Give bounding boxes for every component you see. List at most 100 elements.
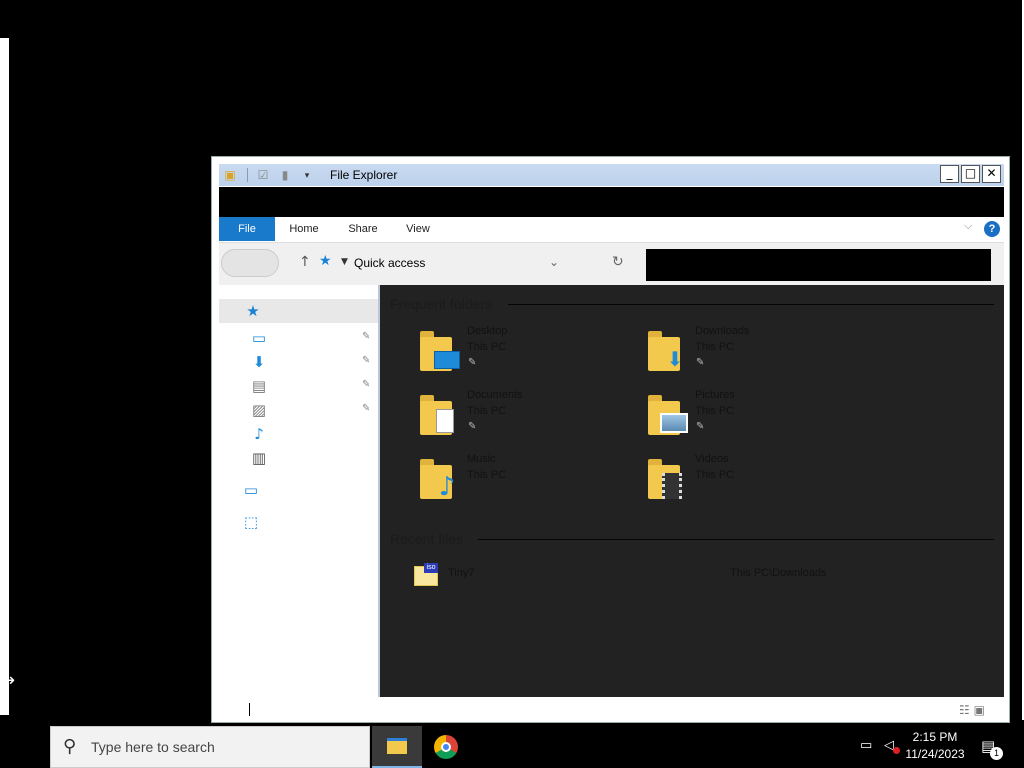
- folder-location: This PC: [695, 469, 735, 481]
- content-pane: Frequent folders Desktop This PC ✎ ⬇ Dow…: [380, 285, 1004, 697]
- nav-item-videos[interactable]: ▥: [219, 447, 378, 469]
- window-title: File Explorer: [330, 168, 398, 182]
- pin-icon: ✎: [696, 357, 705, 368]
- network-icon[interactable]: ▭: [860, 738, 872, 753]
- resize-cursor-icon: ↦: [0, 670, 16, 691]
- section-divider: [478, 539, 994, 540]
- tab-file[interactable]: File: [219, 217, 275, 241]
- folder-name: Videos: [695, 453, 729, 465]
- text-caret: [249, 703, 250, 716]
- folder-tile-music[interactable]: ♪ Music This PC: [420, 453, 620, 501]
- search-box[interactable]: [646, 249, 991, 281]
- downloads-icon: ⬇: [252, 353, 266, 371]
- tab-view[interactable]: View: [395, 217, 441, 241]
- taskbar-search[interactable]: ⚲ Type here to search: [50, 726, 370, 768]
- folder-name: Pictures: [695, 389, 735, 401]
- status-bar: ☷ ▣: [219, 697, 1004, 722]
- pictures-folder-icon: [648, 395, 688, 435]
- expand-ribbon-chevron-icon[interactable]: ⌵: [964, 220, 972, 233]
- tab-share[interactable]: Share: [337, 217, 389, 241]
- recent-file-path: This PC\Downloads: [730, 567, 827, 579]
- clock-time[interactable]: 2:15 PM: [905, 730, 965, 744]
- folder-location: This PC: [695, 405, 735, 417]
- folder-location: This PC: [467, 405, 507, 417]
- address-location[interactable]: Quick access: [354, 256, 425, 270]
- mute-badge: [893, 747, 900, 754]
- music-icon: ♪: [254, 425, 264, 443]
- folder-location: This PC: [467, 469, 507, 481]
- folder-name: Music: [467, 453, 496, 465]
- pin-icon: ✎: [362, 355, 371, 366]
- nav-item-quick-access[interactable]: ★: [219, 299, 378, 323]
- up-arrow-icon[interactable]: ↑: [299, 254, 311, 270]
- documents-folder-icon: [420, 395, 460, 435]
- ribbon-blank-area: [219, 187, 1004, 217]
- desktop-folder-icon: [420, 331, 460, 371]
- recent-files-header[interactable]: Recent files: [390, 531, 463, 547]
- desktop-icon: ▭: [251, 329, 267, 347]
- separator: [247, 168, 248, 182]
- folder-location: This PC: [467, 341, 507, 353]
- help-button[interactable]: ?: [984, 221, 1000, 237]
- folder-name: Documents: [467, 389, 523, 401]
- clock-date[interactable]: 11/24/2023: [900, 747, 970, 761]
- nav-item-music[interactable]: ♪: [219, 423, 378, 445]
- network-icon: ⬚: [243, 513, 259, 531]
- address-bar-row: ↑ ★ ▼ Quick access ⌄ ↻: [219, 242, 1004, 286]
- search-input[interactable]: Type here to search: [91, 739, 215, 755]
- pin-icon: ✎: [468, 421, 477, 432]
- folder-location: This PC: [695, 341, 735, 353]
- recent-locations-chevron-icon[interactable]: ⌄: [549, 255, 559, 269]
- tab-home[interactable]: Home: [279, 217, 329, 241]
- taskbar-chrome[interactable]: [422, 726, 472, 768]
- notification-count: 1: [990, 747, 1003, 760]
- location-dropdown-icon[interactable]: ▼: [341, 257, 348, 267]
- music-folder-icon: ♪: [420, 459, 460, 500]
- nav-item-desktop[interactable]: ▭ ✎: [219, 327, 378, 349]
- folder-tile-downloads[interactable]: ⬇ Downloads This PC ✎: [648, 325, 848, 373]
- taskbar-file-explorer[interactable]: [372, 726, 422, 768]
- search-icon: ⚲: [63, 736, 77, 757]
- file-explorer-icon: [387, 738, 407, 754]
- nav-item-network[interactable]: ⬚: [219, 511, 378, 533]
- minimize-button[interactable]: _: [940, 165, 959, 183]
- refresh-icon[interactable]: ↻: [612, 254, 624, 270]
- folder-tile-desktop[interactable]: Desktop This PC ✎: [420, 325, 620, 373]
- folder-name: Desktop: [467, 325, 508, 337]
- quick-access-pin-icon: ★: [319, 253, 332, 269]
- new-folder-icon[interactable]: ▮: [277, 167, 293, 183]
- chrome-icon: [434, 735, 458, 759]
- properties-icon[interactable]: ☑: [255, 167, 271, 183]
- close-button[interactable]: ✕: [982, 165, 1001, 183]
- navigation-pane: ★ ▭ ✎ ⬇ ✎ ▤ ✎ ▨ ✎ ♪ ▥ ▭ ⬚: [219, 285, 378, 697]
- ribbon-tabs: File Home Share View ⌵ ?: [219, 217, 1004, 242]
- documents-icon: ▤: [251, 377, 267, 395]
- nav-item-pictures[interactable]: ▨ ✎: [219, 399, 378, 421]
- this-pc-icon: ▭: [243, 481, 259, 499]
- videos-icon: ▥: [251, 449, 267, 467]
- nav-item-documents[interactable]: ▤ ✎: [219, 375, 378, 397]
- pin-icon: ✎: [696, 421, 705, 432]
- view-toggle-icons[interactable]: ☷ ▣: [959, 703, 985, 717]
- recent-file-row[interactable]: iso Tiny7 This PC\Downloads: [410, 563, 990, 586]
- pin-icon: ✎: [468, 357, 477, 368]
- folder-tile-videos[interactable]: Videos This PC: [648, 453, 848, 501]
- nav-item-this-pc[interactable]: ▭: [219, 479, 378, 501]
- title-bar[interactable]: ▣ ☑ ▮ ▾ File Explorer _ □ ✕: [219, 164, 1004, 186]
- iso-badge: iso: [424, 563, 438, 573]
- start-button[interactable]: [0, 726, 50, 768]
- frequent-folders-header[interactable]: Frequent folders: [390, 296, 492, 312]
- pictures-icon: ▨: [251, 401, 267, 419]
- nav-item-downloads[interactable]: ⬇ ✎: [219, 351, 378, 373]
- taskbar: ⚲ Type here to search ▭ ◁ 2:15 PM 11/24/…: [0, 726, 1024, 768]
- pin-icon: ✎: [362, 379, 371, 390]
- folder-tile-documents[interactable]: Documents This PC ✎: [420, 389, 620, 437]
- folder-app-icon: ▣: [224, 168, 236, 182]
- file-explorer-window[interactable]: ▣ ☑ ▮ ▾ File Explorer _ □ ✕ File Home Sh…: [211, 156, 1010, 723]
- recent-file-name: Tiny7: [448, 567, 475, 579]
- customize-toolbar-icon[interactable]: ▾: [299, 167, 315, 183]
- background-window-edge: [0, 38, 9, 715]
- back-forward-buttons[interactable]: [221, 249, 279, 277]
- folder-tile-pictures[interactable]: Pictures This PC ✎: [648, 389, 848, 437]
- maximize-button[interactable]: □: [961, 165, 980, 183]
